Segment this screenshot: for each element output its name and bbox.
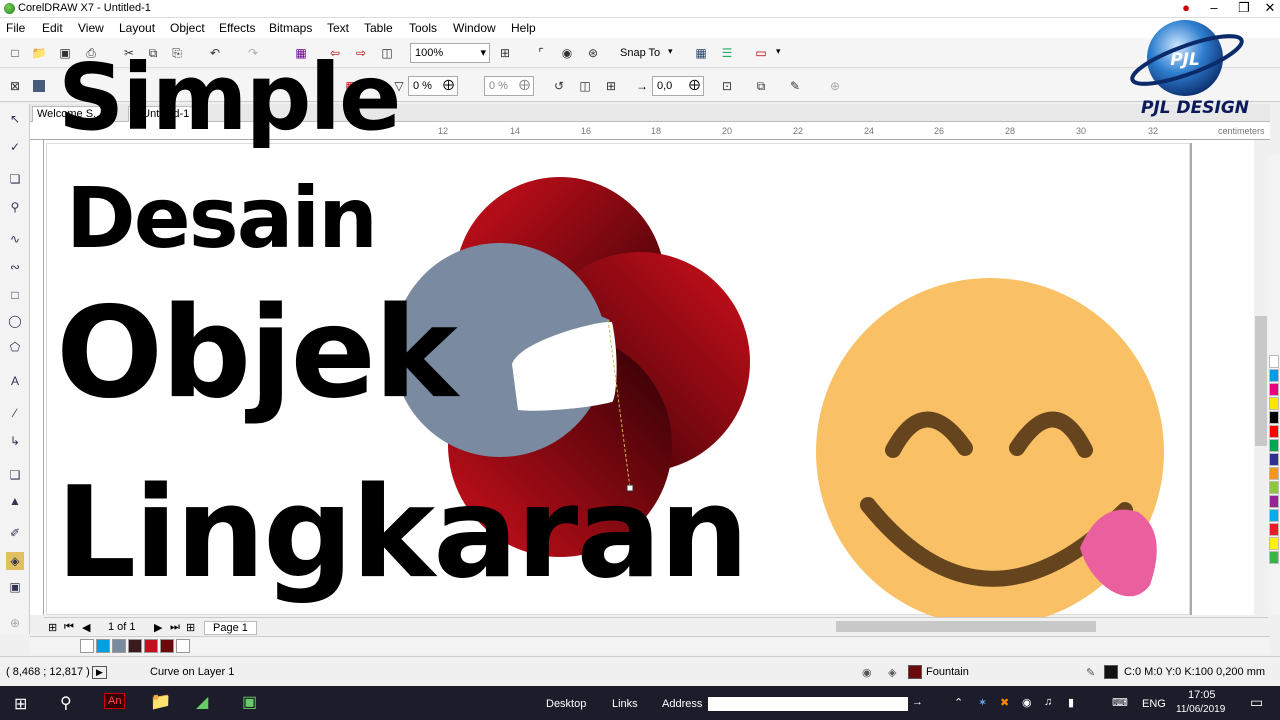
clock-time[interactable]: 17:05 [1188, 689, 1216, 701]
document-palette-swatch[interactable] [144, 639, 158, 653]
windows-taskbar: ⊞ ⚲ An 📁 ◢ ▣ Desktop Links Address → ⌃ ✶… [0, 686, 1280, 720]
brand-name: PJL DESIGN [1140, 98, 1249, 118]
palette-swatch[interactable] [1269, 397, 1279, 410]
outline-info: C:0 M:0 Y:0 K:100 0,200 mm [1124, 666, 1266, 678]
palette-swatch[interactable] [1269, 369, 1279, 382]
corel-connect-icon[interactable]: ▣ [242, 692, 257, 712]
palette-swatch[interactable] [1269, 495, 1279, 508]
bluetooth-icon[interactable]: ✶ [978, 696, 987, 709]
address-input[interactable] [708, 697, 908, 711]
tray-chevron-icon[interactable]: ⌃ [954, 696, 963, 709]
smiley-emoji[interactable] [816, 278, 1164, 626]
go-arrow-icon[interactable]: → [912, 696, 923, 708]
horizontal-scroll-thumb[interactable] [836, 621, 1096, 632]
outline-swatch [1104, 665, 1118, 679]
battery-icon[interactable]: ▮ [1068, 696, 1074, 709]
palette-swatch[interactable] [1269, 481, 1279, 494]
file-explorer-icon[interactable]: 📁 [150, 692, 171, 712]
pjl-logo: PJL PJL DESIGN [1125, 18, 1265, 123]
prev-page-icon[interactable]: ◀ [82, 621, 90, 634]
fill-swatch [908, 665, 922, 679]
overlay-line-4: Lingkaran [56, 459, 749, 606]
network-icon[interactable]: ◉ [1022, 696, 1032, 709]
palette-swatch[interactable] [1269, 467, 1279, 480]
fill-bucket-icon: ◈ [888, 667, 897, 679]
language-indicator[interactable]: ENG [1142, 698, 1166, 710]
color-proof-icon[interactable]: ◉ [862, 666, 872, 679]
palette-swatch[interactable] [1269, 383, 1279, 396]
palette-swatch[interactable] [1269, 523, 1279, 536]
palette-swatch[interactable] [1269, 425, 1279, 438]
first-page-icon[interactable]: ⏮ [64, 621, 74, 634]
document-palette [30, 636, 1270, 654]
next-page-icon[interactable]: ▶ [154, 621, 162, 634]
notifications-icon[interactable]: ▭ [1250, 694, 1263, 711]
palette-swatch[interactable] [1269, 355, 1279, 368]
document-palette-swatch[interactable] [128, 639, 142, 653]
palette-swatch[interactable] [1269, 537, 1279, 550]
document-palette-swatch[interactable] [112, 639, 126, 653]
tab-page-1[interactable]: Page 1 [204, 621, 257, 635]
document-palette-swatch[interactable] [160, 639, 174, 653]
expand-icon[interactable]: ▶ [92, 666, 107, 679]
palette-swatch[interactable] [1269, 439, 1279, 452]
overlay-line-1: Simple [58, 44, 401, 151]
clock-date[interactable]: 11/06/2019 [1176, 704, 1225, 715]
document-palette-swatch[interactable] [96, 639, 110, 653]
palette-swatch[interactable] [1269, 509, 1279, 522]
app-tray-icon[interactable]: ✖ [1000, 696, 1009, 709]
add-page-icon[interactable]: ⊞ [48, 621, 57, 634]
object-info: Curve on Layer 1 [150, 666, 235, 678]
document-palette-swatch[interactable] [176, 639, 190, 653]
fill-type: Fountain [926, 666, 969, 678]
palette-swatch[interactable] [1269, 411, 1279, 424]
adobe-animate-icon[interactable]: An [104, 693, 126, 709]
overlay-line-3: Objek [56, 279, 458, 426]
status-bar: ( 8,468 ; 12,817 ) ▶ Curve on Layer 1 ◉ … [0, 656, 1280, 686]
palette-swatch[interactable] [1269, 453, 1279, 466]
color-palette [1268, 155, 1280, 615]
coreldraw-taskbar-icon[interactable]: ◢ [196, 692, 208, 712]
page-count: 1 of 1 [108, 621, 136, 633]
logo-monogram: PJL [1170, 50, 1200, 70]
toolbar-address: Address [662, 698, 703, 710]
cursor-coordinates: ( 8,468 ; 12,817 ) [6, 666, 90, 678]
last-page-icon[interactable]: ⏭ [170, 621, 180, 634]
toolbar-desktop[interactable]: Desktop [546, 698, 586, 710]
no-color-swatch[interactable] [80, 639, 94, 653]
vertical-scroll-thumb[interactable] [1255, 316, 1267, 446]
pjl-globe-icon: PJL [1130, 20, 1244, 96]
keyboard-icon[interactable]: ⌨ [1112, 696, 1128, 709]
outline-pen-icon: ✎ [1086, 667, 1096, 679]
overlay-line-2: Desain [66, 169, 378, 267]
add-page-end-icon[interactable]: ⊞ [186, 621, 195, 634]
search-icon[interactable]: ⚲ [60, 693, 72, 713]
start-icon[interactable]: ⊞ [14, 694, 27, 714]
toolbar-links[interactable]: Links [612, 698, 638, 710]
vertical-scrollbar[interactable] [1254, 140, 1268, 615]
volume-icon[interactable]: ♫ [1044, 696, 1052, 708]
palette-swatch[interactable] [1269, 551, 1279, 564]
